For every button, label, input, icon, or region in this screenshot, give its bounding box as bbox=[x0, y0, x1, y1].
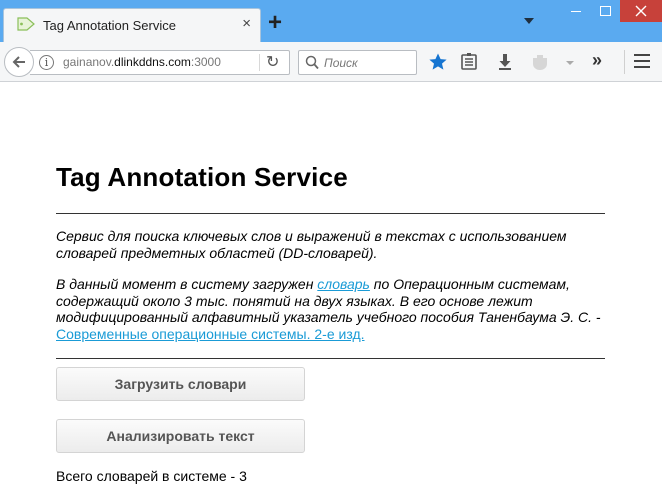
dictionary-link[interactable]: словарь bbox=[317, 276, 370, 292]
hamburger-menu-icon[interactable] bbox=[634, 54, 650, 68]
pocket-dropdown-icon[interactable] bbox=[566, 61, 574, 65]
tag-icon bbox=[17, 17, 35, 31]
back-arrow-icon bbox=[12, 56, 25, 68]
overflow-icon[interactable]: » bbox=[592, 50, 612, 70]
url-suffix: :3000 bbox=[190, 55, 221, 69]
close-window-button[interactable] bbox=[620, 0, 662, 22]
toolbar-separator bbox=[624, 50, 625, 74]
tab-title: Tag Annotation Service bbox=[43, 18, 176, 33]
loaded-prefix: В данный момент в систему загружен bbox=[56, 276, 318, 292]
url-separator bbox=[259, 54, 260, 71]
star-icon[interactable] bbox=[428, 52, 448, 72]
url-domain: dlinkddns.com bbox=[114, 55, 191, 69]
search-input[interactable]: Поиск bbox=[298, 50, 417, 75]
minimize-window-button[interactable] bbox=[560, 0, 590, 22]
tab-list-chevron-icon[interactable] bbox=[524, 18, 534, 24]
load-dictionaries-button[interactable]: Загрузить словари bbox=[56, 367, 305, 401]
reload-icon[interactable]: ↻ bbox=[266, 52, 279, 72]
navigation-toolbar: i gainanov.dlinkddns.com:3000 ↻ Поиск » bbox=[0, 42, 662, 82]
close-icon bbox=[635, 5, 647, 17]
tab-tag-annotation-service[interactable]: Tag Annotation Service × bbox=[3, 8, 261, 42]
pocket-icon[interactable] bbox=[530, 52, 550, 72]
maximize-window-button[interactable] bbox=[590, 0, 620, 22]
reading-list-icon[interactable] bbox=[459, 52, 479, 72]
url-bar[interactable]: i gainanov.dlinkddns.com:3000 ↻ bbox=[30, 50, 290, 75]
dictionaries-count-text: Всего словарей в системе - 3 bbox=[56, 468, 247, 484]
new-tab-button[interactable]: + bbox=[268, 11, 282, 35]
back-button[interactable] bbox=[4, 47, 34, 77]
info-icon[interactable]: i bbox=[39, 55, 54, 70]
page-title: Tag Annotation Service bbox=[56, 162, 348, 192]
analyze-text-button[interactable]: Анализировать текст bbox=[56, 419, 305, 453]
close-tab-icon[interactable]: × bbox=[242, 15, 251, 33]
url-prefix: gainanov. bbox=[63, 55, 115, 69]
divider-top bbox=[56, 213, 605, 214]
url-text[interactable]: gainanov.dlinkddns.com:3000 bbox=[63, 55, 221, 69]
intro-paragraph: Сервис для поиска ключевых слов и выраже… bbox=[56, 228, 567, 261]
download-icon[interactable] bbox=[495, 52, 515, 72]
book-link[interactable]: Современные операционные системы. 2-е из… bbox=[56, 326, 365, 342]
title-bar: Tag Annotation Service × + bbox=[0, 0, 662, 42]
search-placeholder: Поиск bbox=[324, 56, 358, 70]
divider-bottom bbox=[56, 358, 605, 359]
loaded-dictionary-paragraph: В данный момент в систему загружен слова… bbox=[56, 276, 608, 342]
search-icon bbox=[305, 55, 319, 70]
